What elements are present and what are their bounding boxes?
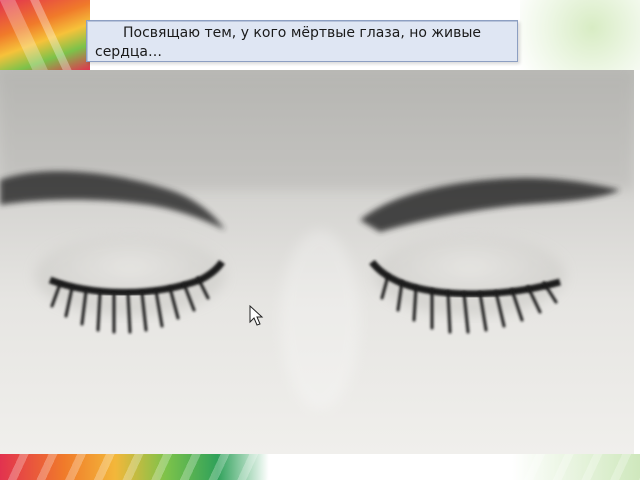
mouse-pointer-icon xyxy=(249,304,264,326)
closed-eyes-photo xyxy=(0,70,634,454)
slide-caption: Посвящаю тем, у кого мёртвые глаза, но ж… xyxy=(86,20,518,62)
eyes-illustration xyxy=(0,70,634,410)
decorative-corner-top-left xyxy=(0,0,90,84)
decorative-corner-top-right xyxy=(520,0,640,70)
decorative-strip-bottom xyxy=(0,454,640,480)
